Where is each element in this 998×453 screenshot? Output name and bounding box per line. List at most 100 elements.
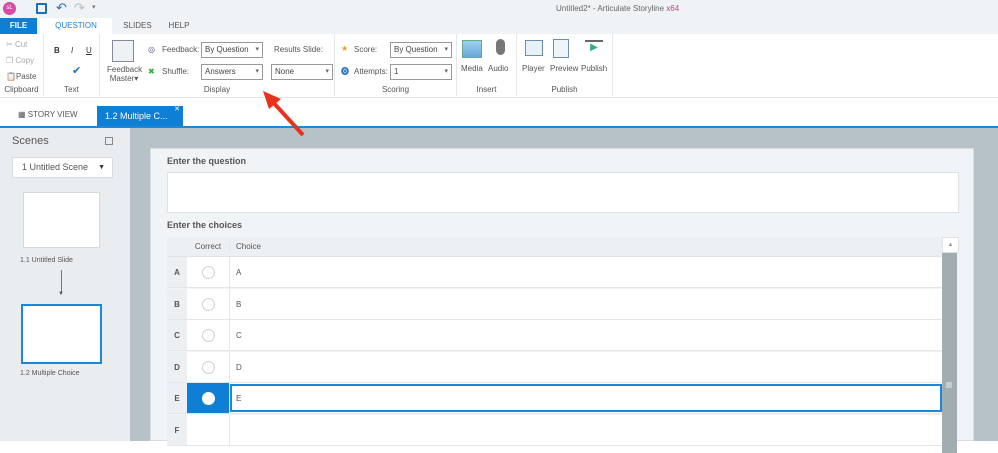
feedback-select[interactable]: By Question (201, 42, 263, 58)
table-header: Correct Choice (167, 237, 942, 257)
question-heading: Enter the question (167, 156, 247, 166)
player-button[interactable]: Player (522, 64, 545, 73)
cut-button[interactable]: ✂ Cut (6, 40, 27, 49)
bold-button[interactable]: B (54, 46, 60, 55)
correct-cell[interactable] (187, 414, 230, 445)
score-select[interactable]: By Question (390, 42, 452, 58)
attempts-label: Attempts: (354, 67, 388, 76)
tab-question[interactable]: QUESTION (40, 18, 112, 34)
correct-cell[interactable] (187, 320, 230, 350)
customize-toolbar-icon[interactable]: ▾ (92, 3, 96, 11)
correct-radio[interactable] (202, 329, 215, 342)
scroll-up-button[interactable]: ▲ (942, 237, 959, 253)
attempts-select[interactable]: 1 (390, 64, 452, 80)
clipboard-group: ✂ Cut ❐ Copy 📋Paste Clipboard (0, 34, 44, 96)
audio-icon[interactable] (496, 39, 505, 55)
correct-cell[interactable] (187, 288, 230, 319)
paste-button[interactable]: 📋Paste (6, 72, 36, 81)
slide-thumbnail-2[interactable] (21, 304, 102, 364)
scrollbar-grip[interactable] (946, 382, 952, 388)
tab-slides[interactable]: SLIDES (115, 18, 160, 34)
shuffle-select[interactable]: Answers (201, 64, 263, 80)
col-choice: Choice (236, 242, 261, 251)
correct-cell[interactable] (187, 257, 230, 287)
slide-link-arrowhead: ▼ (58, 291, 64, 297)
correct-cell[interactable] (187, 383, 230, 413)
publish-icon[interactable]: ▶ (585, 40, 603, 56)
publish-label: Publish (551, 85, 578, 94)
correct-radio[interactable] (202, 360, 215, 374)
text-group: B I U ✔ Text (44, 34, 100, 96)
insert-group: Media Audio Insert (457, 34, 517, 96)
choice-text[interactable]: A (236, 257, 241, 288)
active-slide-tab[interactable]: 1.2 Multiple C... ✕ (97, 106, 183, 126)
tab-file[interactable]: FILE (0, 18, 37, 34)
choice-input-focused[interactable] (230, 384, 942, 412)
slide-label-1: 1.1 Untitled Slide (20, 257, 73, 264)
document-tabs: ▦ STORY VIEW 1.2 Multiple C... ✕ (0, 98, 998, 128)
close-tab-icon[interactable]: ✕ (174, 100, 180, 120)
choice-text[interactable]: C (236, 320, 242, 351)
redo-icon[interactable]: ↷ (74, 0, 85, 16)
underline-button[interactable]: U (86, 46, 92, 55)
row-letter: F (167, 414, 187, 445)
scoring-group: ★ Score: By Question ⓿ Attempts: 1 Scori… (335, 34, 457, 96)
scrollbar[interactable] (942, 253, 957, 453)
shuffle-icon: ✖ (148, 67, 155, 76)
app-logo-icon: sL (3, 2, 16, 15)
media-button[interactable]: Media (461, 64, 483, 73)
choice-row: AA (167, 257, 942, 288)
slide-label-2: 1.2 Multiple Choice (20, 370, 80, 377)
correct-radio[interactable] (202, 392, 215, 405)
italic-button[interactable]: I (71, 46, 73, 55)
insert-label: Insert (476, 85, 497, 94)
story-view-tab[interactable]: ▦ STORY VIEW (18, 110, 78, 119)
preview-button[interactable]: Preview (550, 64, 578, 73)
scenes-title: Scenes (12, 135, 49, 147)
correct-radio[interactable] (202, 266, 215, 279)
ribbon: ✂ Cut ❐ Copy 📋Paste Clipboard B I U ✔ Te… (0, 34, 998, 98)
row-letter: A (167, 257, 187, 287)
question-editor: Enter the question Enter the choices Cor… (150, 148, 974, 453)
question-input[interactable] (167, 172, 959, 213)
choice-row: DD (167, 351, 942, 383)
slide-link-arrow (61, 270, 62, 293)
undo-icon[interactable]: ↶ (56, 0, 67, 16)
feedback-master-button[interactable]: Feedback Master▾ (107, 65, 142, 83)
score-icon: ★ (341, 44, 349, 53)
player-icon[interactable] (525, 40, 543, 56)
attempts-icon: ⓿ (341, 67, 349, 76)
row-letter: E (167, 383, 187, 413)
preview-icon[interactable] (553, 39, 569, 58)
audio-button[interactable]: Audio (488, 64, 508, 73)
feedback-master-icon[interactable] (112, 40, 134, 62)
ribbon-tabs: FILE QUESTION SLIDES HELP (0, 18, 998, 34)
feedback-icon: ◎ (148, 45, 155, 54)
save-icon[interactable] (36, 3, 47, 14)
copy-button[interactable]: ❐ Copy (6, 56, 34, 65)
choice-row: EE (167, 383, 942, 414)
scene-select[interactable]: 1 Untitled Scene ▼ (12, 157, 113, 178)
col-correct: Correct (187, 242, 230, 251)
choice-text[interactable]: D (236, 352, 242, 383)
publish-group: Player Preview ▶ Publish Publish (517, 34, 613, 96)
choice-row: CC (167, 320, 942, 351)
spellcheck-icon[interactable]: ✔ (72, 64, 81, 77)
results-slide-select[interactable]: None (271, 64, 333, 80)
window-title: Untitled2* - Articulate Storyline (556, 4, 665, 13)
slide-thumbnail-1[interactable] (23, 192, 100, 248)
annotation-arrow (263, 91, 305, 137)
results-slide-label: Results Slide: (274, 45, 323, 54)
score-label: Score: (354, 45, 378, 54)
choices-table: Correct Choice AABBCCDDEEF ▲ (167, 237, 959, 453)
feedback-label: Feedback: (162, 45, 200, 54)
tab-help[interactable]: HELP (160, 18, 198, 34)
media-icon[interactable] (462, 40, 482, 58)
publish-button[interactable]: Publish (581, 64, 607, 73)
clipboard-label: Clipboard (4, 85, 39, 94)
correct-cell[interactable] (187, 351, 230, 382)
choice-text[interactable]: B (236, 289, 241, 320)
correct-radio[interactable] (202, 297, 215, 311)
text-label: Text (64, 85, 79, 94)
restore-panel-icon[interactable] (105, 137, 113, 145)
